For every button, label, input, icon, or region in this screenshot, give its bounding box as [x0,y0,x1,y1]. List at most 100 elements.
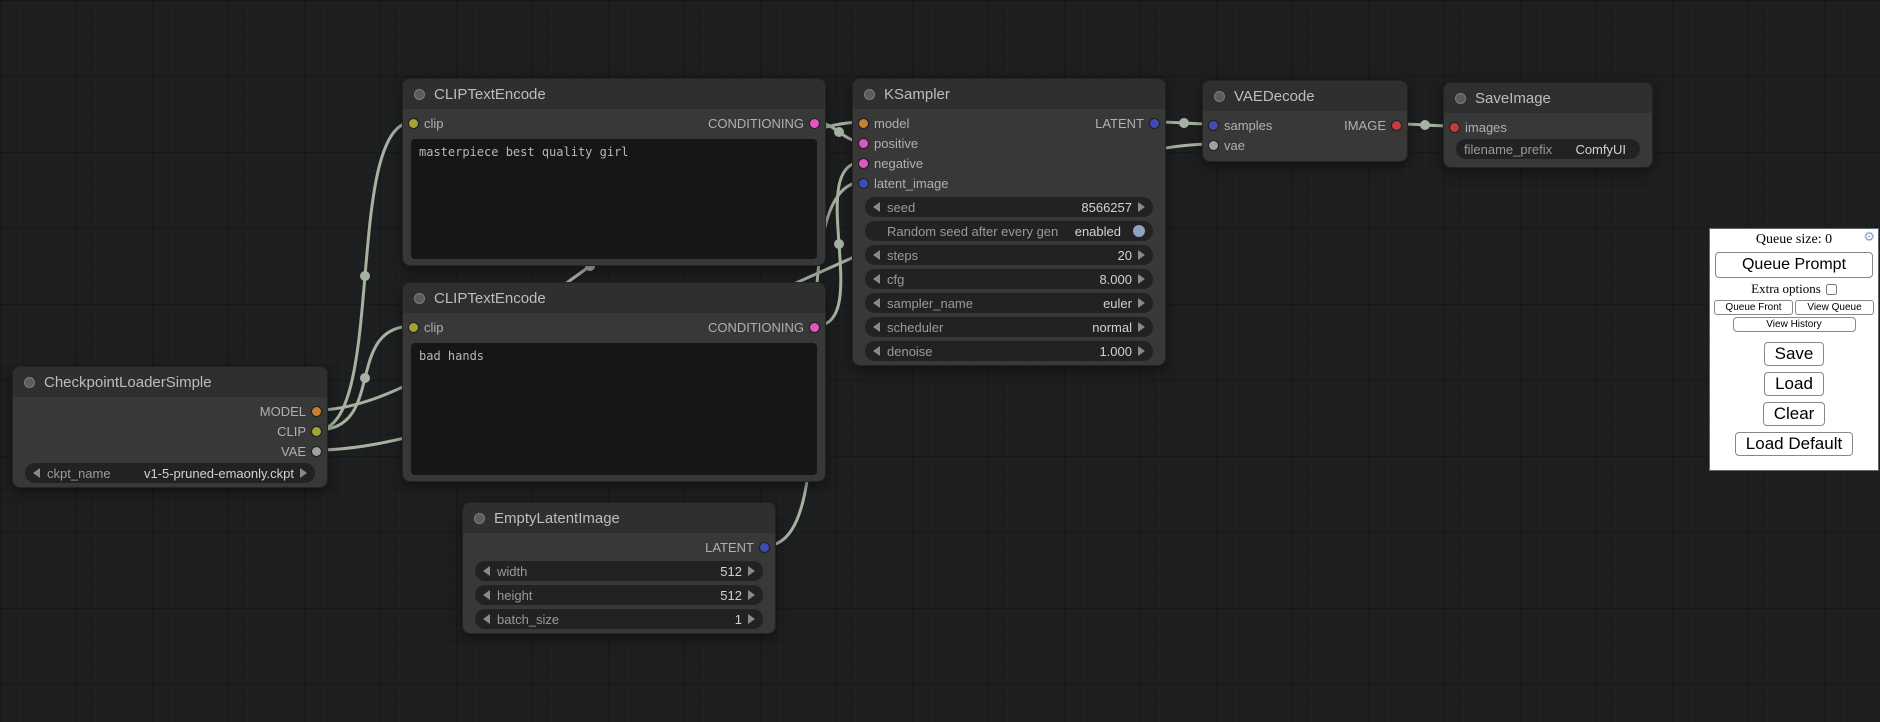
filename-prefix-widget[interactable]: filename_prefix ComfyUI [1456,139,1640,159]
collapse-dot-icon[interactable] [864,89,875,100]
latent-output-dot-icon[interactable] [760,543,769,552]
queue-front-button[interactable]: Queue Front [1714,300,1793,315]
node-title-bar[interactable]: EmptyLatentImage [463,503,775,533]
input-positive-slot[interactable]: positive [859,136,918,151]
decrement-arrow-icon[interactable] [873,298,880,308]
node-checkpoint-loader-simple[interactable]: CheckpointLoaderSimple MODEL CLIP VAE [12,366,328,488]
input-clip-slot[interactable]: clip [409,320,444,335]
image-input-dot-icon[interactable] [1450,123,1459,132]
node-title-bar[interactable]: SaveImage [1444,83,1652,113]
input-images-slot[interactable]: images [1450,120,1507,135]
load-button[interactable]: Load [1764,372,1824,396]
output-image-slot[interactable]: IMAGE [1344,118,1401,133]
node-title-bar[interactable]: VAEDecode [1203,81,1407,111]
node-title-bar[interactable]: CLIPTextEncode [403,79,825,109]
increment-arrow-icon[interactable] [1138,298,1145,308]
input-latent-image-slot[interactable]: latent_image [859,176,948,191]
increment-arrow-icon[interactable] [748,614,755,624]
cfg-widget[interactable]: cfg 8.000 [865,269,1153,289]
clip-output-dot-icon[interactable] [312,427,321,436]
input-clip-slot[interactable]: clip [409,116,444,131]
input-model-slot[interactable]: model [859,116,909,131]
node-save-image[interactable]: SaveImage images filename_prefix ComfyUI [1443,82,1653,168]
clip-input-dot-icon[interactable] [409,119,418,128]
increment-arrow-icon[interactable] [300,468,307,478]
decrement-arrow-icon[interactable] [483,614,490,624]
decrement-arrow-icon[interactable] [873,274,880,284]
increment-arrow-icon[interactable] [1138,274,1145,284]
seed-widget[interactable]: seed 8566257 [865,197,1153,217]
output-model-slot[interactable]: MODEL [260,404,321,419]
node-clip-text-encode-negative[interactable]: CLIPTextEncode clip CONDITIONING bad han… [402,282,826,482]
prompt-text-input[interactable]: bad hands [411,343,817,475]
node-title-bar[interactable]: CheckpointLoaderSimple [13,367,327,397]
sampler-name-widget[interactable]: sampler_name euler [865,293,1153,313]
save-button[interactable]: Save [1764,342,1825,366]
decrement-arrow-icon[interactable] [873,250,880,260]
increment-arrow-icon[interactable] [748,566,755,576]
node-ksampler[interactable]: KSampler model LATENT positive [852,78,1166,366]
decrement-arrow-icon[interactable] [873,346,880,356]
output-clip-slot[interactable]: CLIP [277,424,321,439]
collapse-dot-icon[interactable] [1455,93,1466,104]
vae-input-dot-icon[interactable] [1209,141,1218,150]
node-title-bar[interactable]: CLIPTextEncode [403,283,825,313]
collapse-dot-icon[interactable] [1214,91,1225,102]
latent-input-dot-icon[interactable] [859,179,868,188]
output-vae-slot[interactable]: VAE [281,444,321,459]
increment-arrow-icon[interactable] [1138,346,1145,356]
collapse-dot-icon[interactable] [24,377,35,388]
collapse-dot-icon[interactable] [414,293,425,304]
collapse-dot-icon[interactable] [474,513,485,524]
node-clip-text-encode-positive[interactable]: CLIPTextEncode clip CONDITIONING masterp… [402,78,826,266]
decrement-arrow-icon[interactable] [873,322,880,332]
decrement-arrow-icon[interactable] [33,468,40,478]
input-samples-slot[interactable]: samples [1209,118,1272,133]
prompt-text-input[interactable]: masterpiece best quality girl [411,139,817,259]
node-vae-decode[interactable]: VAEDecode samples IMAGE vae [1202,80,1408,162]
seed-toggle-dot-icon[interactable] [1133,225,1145,237]
output-latent-slot[interactable]: LATENT [1095,116,1159,131]
latent-input-dot-icon[interactable] [1209,121,1218,130]
increment-arrow-icon[interactable] [748,590,755,600]
denoise-widget[interactable]: denoise 1.000 [865,341,1153,361]
height-widget[interactable]: height 512 [475,585,763,605]
decrement-arrow-icon[interactable] [483,590,490,600]
conditioning-input-dot-icon[interactable] [859,159,868,168]
scheduler-widget[interactable]: scheduler normal [865,317,1153,337]
random-seed-toggle-widget[interactable]: Random seed after every gen enabled [865,221,1153,241]
output-conditioning-slot[interactable]: CONDITIONING [708,320,819,335]
input-negative-slot[interactable]: negative [859,156,923,171]
ckpt-name-widget[interactable]: ckpt_name v1-5-pruned-emaonly.ckpt [25,463,315,483]
extra-options-checkbox[interactable] [1826,284,1837,295]
conditioning-output-dot-icon[interactable] [810,119,819,128]
conditioning-output-dot-icon[interactable] [810,323,819,332]
comfy-menu-panel[interactable]: Queue size: 0 ⚙ Queue Prompt Extra optio… [1709,228,1879,471]
decrement-arrow-icon[interactable] [873,202,880,212]
increment-arrow-icon[interactable] [1138,202,1145,212]
node-graph-canvas[interactable]: CheckpointLoaderSimple MODEL CLIP VAE [0,0,1880,722]
queue-prompt-button[interactable]: Queue Prompt [1715,252,1873,278]
collapse-dot-icon[interactable] [414,89,425,100]
increment-arrow-icon[interactable] [1138,322,1145,332]
model-output-dot-icon[interactable] [312,407,321,416]
view-history-button[interactable]: View History [1733,317,1856,332]
decrement-arrow-icon[interactable] [483,566,490,576]
steps-widget[interactable]: steps 20 [865,245,1153,265]
node-title-bar[interactable]: KSampler [853,79,1165,109]
image-output-dot-icon[interactable] [1392,121,1401,130]
clip-input-dot-icon[interactable] [409,323,418,332]
output-latent-slot[interactable]: LATENT [705,540,769,555]
model-input-dot-icon[interactable] [859,119,868,128]
input-vae-slot[interactable]: vae [1209,138,1245,153]
increment-arrow-icon[interactable] [1138,250,1145,260]
vae-output-dot-icon[interactable] [312,447,321,456]
output-conditioning-slot[interactable]: CONDITIONING [708,116,819,131]
view-queue-button[interactable]: View Queue [1795,300,1874,315]
settings-gear-icon[interactable]: ⚙ [1863,230,1875,243]
latent-output-dot-icon[interactable] [1150,119,1159,128]
clear-button[interactable]: Clear [1763,402,1826,426]
load-default-button[interactable]: Load Default [1735,432,1853,456]
conditioning-input-dot-icon[interactable] [859,139,868,148]
width-widget[interactable]: width 512 [475,561,763,581]
